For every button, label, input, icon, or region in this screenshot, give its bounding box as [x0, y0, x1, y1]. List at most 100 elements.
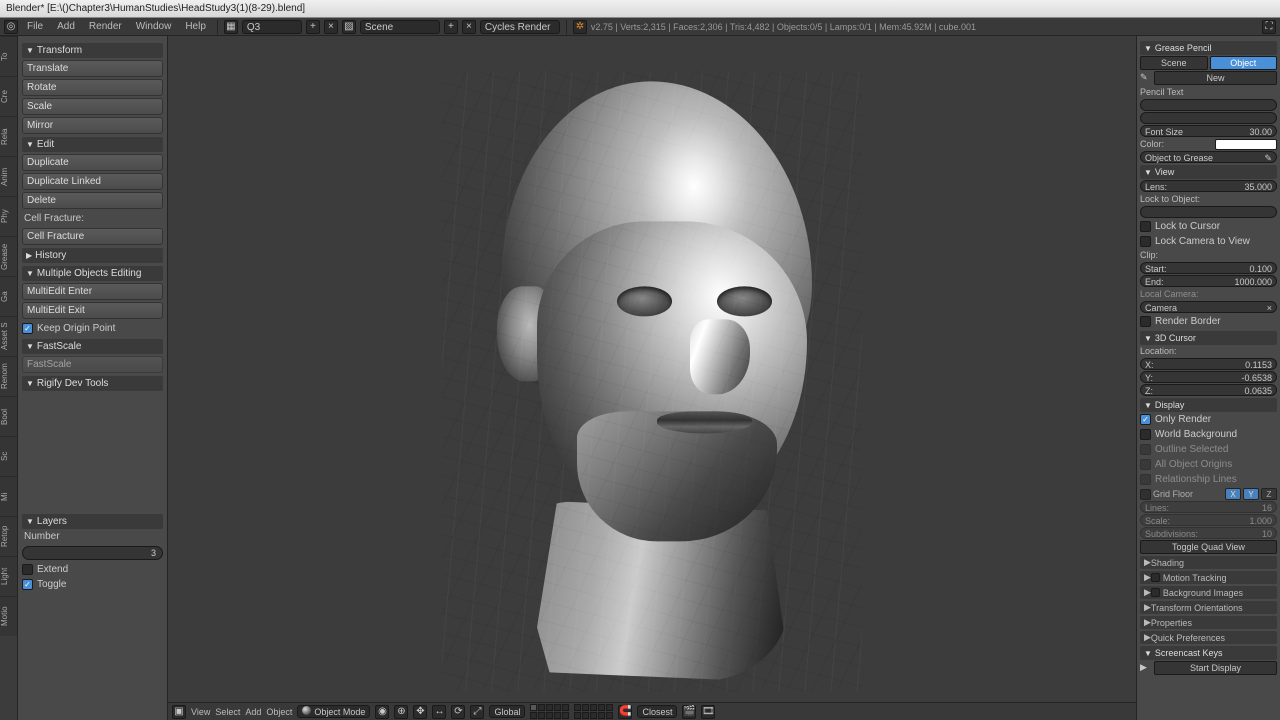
lens-field[interactable]: Lens:35.000 [1140, 180, 1277, 192]
panel-transform[interactable]: ▼Transform [22, 43, 163, 58]
panel-motion[interactable]: ▶ Motion Tracking [1140, 571, 1277, 584]
rotate-button[interactable]: Rotate [22, 79, 163, 96]
font-size-field[interactable]: Font Size30.00 [1140, 125, 1277, 137]
manipulator-icon[interactable]: ✥ [413, 705, 427, 719]
panel-bg-images[interactable]: ▶ Background Images [1140, 586, 1277, 599]
subdiv-field[interactable]: Subdivisions:10 [1140, 527, 1277, 539]
side-tab[interactable]: Sc [0, 436, 17, 476]
shading-icon[interactable]: ◉ [375, 705, 389, 719]
duplicate-button[interactable]: Duplicate [22, 154, 163, 171]
panel-multiedit[interactable]: ▼Multiple Objects Editing [22, 266, 163, 281]
panel-layers[interactable]: ▼Layers [22, 514, 163, 529]
layout-dropdown[interactable]: Q3 [242, 20, 302, 34]
orientation-dropdown[interactable]: Global [489, 705, 525, 718]
start-display-button[interactable]: Start Display [1154, 661, 1277, 675]
scene-del-icon[interactable]: × [462, 20, 476, 34]
layout-add-icon[interactable]: + [306, 20, 320, 34]
scale-button[interactable]: Scale [22, 98, 163, 115]
origins-check[interactable]: All Object Origins [1140, 457, 1277, 472]
panel-display[interactable]: ▼Display [1140, 398, 1277, 412]
side-tab[interactable]: Retop [0, 516, 17, 556]
cell-fracture-button[interactable]: Cell Fracture [22, 228, 163, 245]
gp-scene-button[interactable]: Scene [1140, 56, 1208, 70]
clip-end-field[interactable]: End:1000.000 [1140, 275, 1277, 287]
only-render-check[interactable]: Only Render [1140, 412, 1277, 427]
toggle-checkbox[interactable]: Toggle [22, 577, 163, 592]
world-bg-check[interactable]: World Background [1140, 427, 1277, 442]
side-tab[interactable]: Cre [0, 76, 17, 116]
panel-properties[interactable]: ▶ Properties [1140, 616, 1277, 629]
panel-3d-cursor[interactable]: ▼3D Cursor [1140, 331, 1277, 345]
menu-window[interactable]: Window [131, 21, 177, 32]
pencil-icon[interactable]: ✎ [1140, 72, 1152, 84]
pencil-text-field2[interactable] [1140, 112, 1277, 124]
menu-help[interactable]: Help [180, 21, 211, 32]
grid-scale-field[interactable]: Scale:1.000 [1140, 514, 1277, 526]
fastscale-button[interactable]: FastScale [22, 356, 163, 373]
lock-object-field[interactable] [1140, 206, 1277, 218]
scene-add-icon[interactable]: + [444, 20, 458, 34]
cursor-x[interactable]: X:0.1153 [1140, 358, 1277, 370]
vb-view[interactable]: View [191, 707, 210, 717]
duplicate-linked-button[interactable]: Duplicate Linked [22, 173, 163, 190]
panel-rigify[interactable]: ▼Rigify Dev Tools [22, 376, 163, 391]
menu-add[interactable]: Add [52, 21, 80, 32]
side-tab[interactable]: Anim [0, 156, 17, 196]
play-icon[interactable]: ▶ [1140, 662, 1152, 674]
manipulator-rotate-icon[interactable]: ⟳ [451, 705, 465, 719]
object-to-grease[interactable]: Object to Grease✎ [1140, 151, 1277, 163]
editor-type-icon[interactable]: ▣ [172, 705, 186, 719]
3d-viewport[interactable]: ▣ View Select Add Object Object Mode ◉ ⊕… [168, 36, 1136, 720]
blender-logo-icon[interactable]: ◎ [4, 20, 18, 34]
lock-cursor-check[interactable]: Lock to Cursor [1140, 219, 1277, 234]
menu-file[interactable]: File [22, 21, 48, 32]
lines-field[interactable]: Lines:16 [1140, 501, 1277, 513]
mode-dropdown[interactable]: Object Mode [297, 705, 370, 718]
lock-camera-check[interactable]: Lock Camera to View [1140, 234, 1277, 249]
keep-origin-checkbox[interactable]: Keep Origin Point [22, 321, 163, 336]
cursor-y[interactable]: Y:-0.6538 [1140, 371, 1277, 383]
panel-grease-pencil[interactable]: ▼Grease Pencil [1140, 41, 1277, 55]
multiedit-enter-button[interactable]: MultiEdit Enter [22, 283, 163, 300]
rel-lines-check[interactable]: Relationship Lines [1140, 472, 1277, 487]
layer-buttons[interactable] [530, 704, 613, 719]
vb-add[interactable]: Add [245, 707, 261, 717]
render-preview-icon[interactable]: 🎬 [682, 705, 696, 719]
axis-x[interactable]: X [1225, 488, 1241, 500]
snap-dropdown[interactable]: Closest [637, 705, 677, 718]
panel-orientations[interactable]: ▶ Transform Orientations [1140, 601, 1277, 614]
side-tab[interactable]: To [0, 36, 17, 76]
panel-fastscale[interactable]: ▼FastScale [22, 339, 163, 354]
panel-edit[interactable]: ▼Edit [22, 137, 163, 152]
panel-screencast[interactable]: ▼Screencast Keys [1140, 646, 1277, 660]
panel-shading[interactable]: ▶ Shading [1140, 556, 1277, 569]
side-tab[interactable]: Rela [0, 116, 17, 156]
layers-number-field[interactable]: 3 [22, 546, 163, 560]
scene-icon[interactable]: ▨ [342, 20, 356, 34]
delete-button[interactable]: Delete [22, 192, 163, 209]
grid-check[interactable] [1140, 489, 1151, 500]
snap-toggle-icon[interactable]: 🧲 [618, 705, 632, 719]
vb-select[interactable]: Select [215, 707, 240, 717]
side-tab[interactable]: Asset S [0, 316, 17, 356]
mirror-button[interactable]: Mirror [22, 117, 163, 134]
pivot-icon[interactable]: ⊕ [394, 705, 408, 719]
cursor-z[interactable]: Z:0.0635 [1140, 384, 1277, 396]
translate-button[interactable]: Translate [22, 60, 163, 77]
side-tab[interactable]: Motio [0, 596, 17, 636]
layout-del-icon[interactable]: × [324, 20, 338, 34]
axis-y[interactable]: Y [1243, 488, 1259, 500]
render-border-check[interactable]: Render Border [1140, 314, 1277, 329]
side-tab[interactable]: Phy [0, 196, 17, 236]
toggle-quad-button[interactable]: Toggle Quad View [1140, 540, 1277, 554]
axis-z[interactable]: Z [1261, 488, 1277, 500]
manipulator-scale-icon[interactable]: ⤢ [470, 705, 484, 719]
render-anim-icon[interactable]: 🎞 [701, 705, 715, 719]
multiedit-exit-button[interactable]: MultiEdit Exit [22, 302, 163, 319]
side-tab[interactable]: Renom [0, 356, 17, 396]
outline-check[interactable]: Outline Selected [1140, 442, 1277, 457]
scene-dropdown[interactable]: Scene [360, 20, 440, 34]
panel-history[interactable]: ▶History [22, 248, 163, 263]
side-tab[interactable]: Mi [0, 476, 17, 516]
side-tab[interactable]: Light [0, 556, 17, 596]
